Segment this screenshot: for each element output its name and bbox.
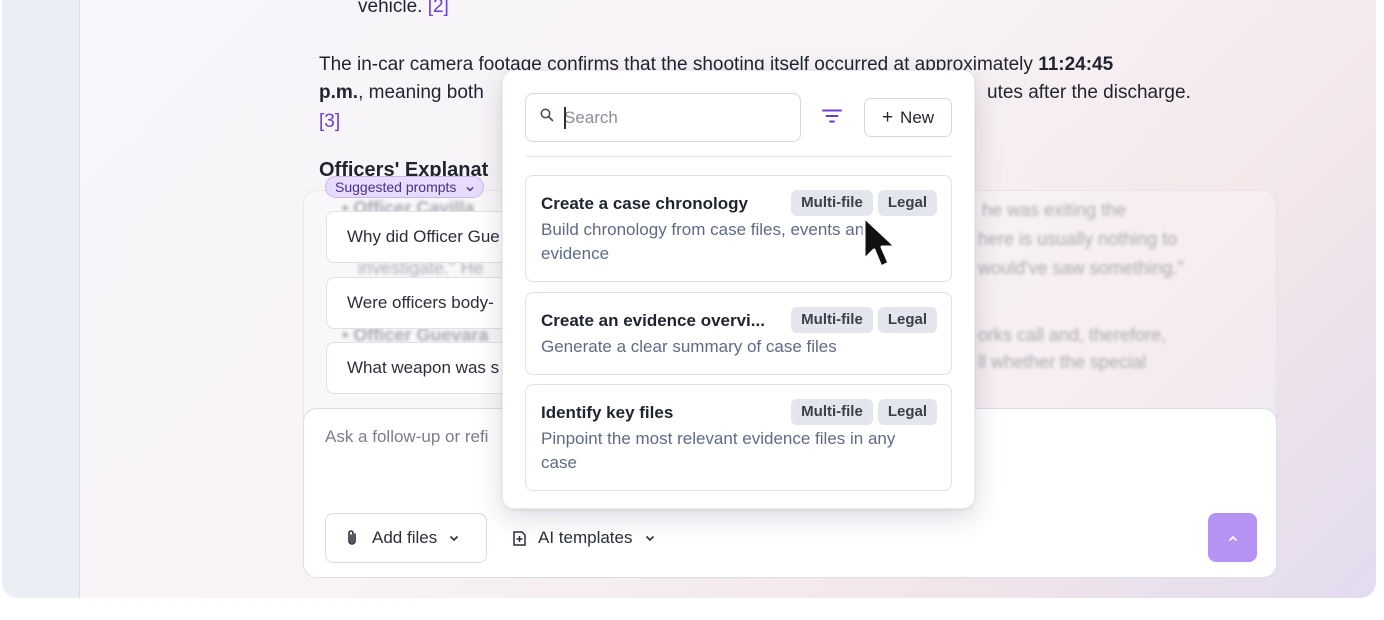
suggested-prompts-label: Suggested prompts — [335, 179, 457, 195]
doc-text: , meaning both — [358, 82, 484, 103]
add-files-label: Add files — [372, 528, 438, 547]
tag-badge: Legal — [877, 190, 937, 216]
paperclip-icon — [344, 529, 362, 547]
template-description: Pinpoint the most relevant evidence file… — [541, 429, 896, 472]
template-title: Create an evidence overvi... — [541, 311, 765, 330]
add-files-button[interactable]: Add files — [325, 513, 487, 563]
search-input[interactable] — [564, 107, 784, 128]
doc-line-tail: utes after the discharge. — [987, 82, 1191, 103]
send-button[interactable] — [1208, 513, 1257, 562]
template-card-evidence-overview[interactable]: Create an evidence overvi... Multi-file … — [525, 292, 952, 375]
tag-badge: Legal — [877, 399, 937, 425]
doc-line: vehicle. [2] — [358, 0, 449, 21]
citation-link-2[interactable]: [2] — [428, 0, 449, 17]
mouse-pointer-icon — [860, 214, 904, 278]
doc-text-vehicle: vehicle. — [358, 0, 423, 17]
chevron-down-icon — [645, 535, 655, 542]
divider — [525, 156, 952, 157]
text-caret — [564, 107, 566, 129]
template-title: Create a case chronology — [541, 194, 748, 213]
tag-badge: Legal — [877, 307, 937, 333]
doc-bold-pm: p.m. — [319, 82, 359, 103]
template-tags: Multi-file Legal — [791, 190, 937, 216]
search-icon — [540, 108, 554, 127]
ai-templates-button[interactable]: AI templates — [510, 513, 655, 563]
template-description: Generate a clear summary of case files — [541, 337, 837, 356]
citation-link-3[interactable]: [3] — [319, 108, 340, 136]
tag-badge: Multi-file — [791, 399, 873, 425]
template-tags: Multi-file Legal — [791, 307, 937, 333]
suggested-prompts-toggle[interactable]: Suggested prompts — [325, 176, 485, 200]
left-sidebar — [2, 0, 80, 598]
chevron-up-icon — [1228, 529, 1238, 547]
template-title: Identify key files — [541, 403, 674, 422]
tag-badge: Multi-file — [791, 190, 873, 216]
doc-line: p.m., meaning both — [319, 79, 484, 107]
filter-button[interactable] — [819, 105, 845, 131]
chevron-down-icon — [466, 180, 474, 200]
follow-up-input[interactable]: Ask a follow-up or refi — [325, 427, 488, 447]
new-template-button[interactable]: + New — [864, 98, 952, 137]
doc-bold-time: 11:24:45 — [1038, 54, 1114, 75]
new-template-label: New — [900, 107, 935, 127]
template-search-box[interactable] — [525, 93, 801, 142]
plus-icon: + — [881, 106, 894, 128]
filter-icon — [822, 108, 842, 129]
tag-badge: Multi-file — [791, 307, 873, 333]
ai-templates-dropdown: + New Create a case chronology Multi-fil… — [502, 70, 975, 509]
template-icon — [510, 529, 528, 547]
ai-templates-label: AI templates — [538, 528, 633, 547]
template-card-key-files[interactable]: Identify key files Multi-file Legal Pinp… — [525, 384, 952, 491]
chevron-down-icon — [449, 535, 459, 542]
template-tags: Multi-file Legal — [791, 399, 937, 425]
